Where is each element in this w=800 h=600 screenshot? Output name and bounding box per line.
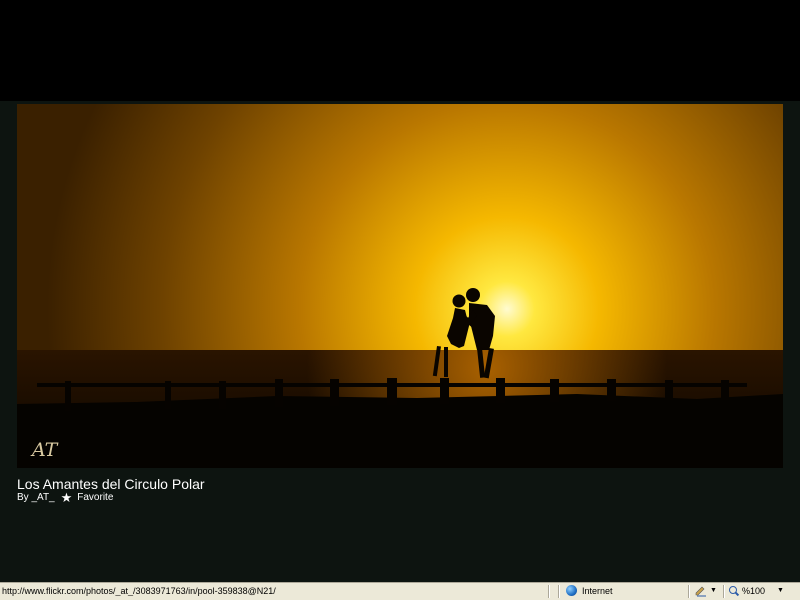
status-url: http://www.flickr.com/photos/_at_/308397… (2, 586, 276, 596)
photo-title[interactable]: Los Amantes del Circulo Polar (17, 476, 205, 492)
security-zone[interactable]: Internet (566, 585, 613, 596)
photo-image: AT (17, 104, 783, 468)
status-divider (558, 585, 560, 598)
watermark-signature: AT (30, 439, 59, 461)
photo-meta: By _AT_ ★ Favorite (17, 489, 114, 505)
browser-status-bar: http://www.flickr.com/photos/_at_/308397… (0, 582, 800, 600)
pen-icon (695, 586, 706, 596)
chevron-down-icon: ▼ (710, 587, 717, 594)
protected-mode-toggle[interactable]: ▼ (695, 585, 717, 597)
chevron-down-icon: ▼ (777, 587, 784, 594)
globe-icon (566, 585, 577, 596)
zoom-control[interactable]: %100 ▼ (729, 585, 784, 597)
status-divider (548, 585, 550, 598)
star-icon: ★ (60, 489, 73, 505)
photo-author-link[interactable]: By _AT_ (17, 492, 55, 503)
status-divider (723, 585, 725, 598)
favorite-label: Favorite (77, 492, 114, 503)
favorite-button[interactable]: ★ Favorite (60, 489, 114, 505)
sunset-photo[interactable]: AT (17, 104, 783, 468)
zoom-level: %100 (742, 586, 766, 596)
status-divider (688, 585, 690, 598)
zone-label: Internet (582, 585, 613, 596)
zoom-icon (729, 586, 740, 597)
